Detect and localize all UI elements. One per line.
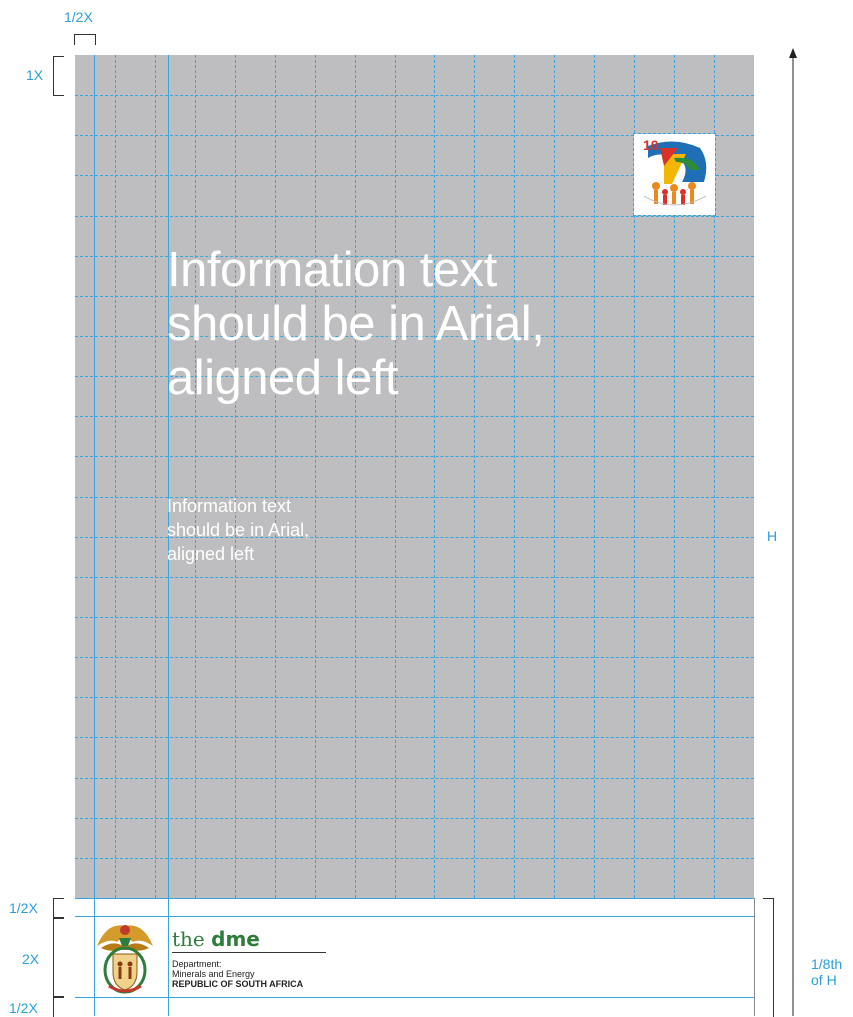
grid-row-line: [75, 737, 754, 738]
brand-name: dme: [211, 927, 260, 951]
south-africa-coat-of-arms-icon: [97, 925, 153, 994]
grid-row-line: [75, 216, 754, 217]
ten-years-freedom-logo-icon: 10: [643, 137, 707, 206]
half-x-bracket: [74, 34, 96, 45]
department-line-1: Department:: [172, 959, 222, 969]
headline-line-3: aligned left: [167, 351, 399, 405]
grid-row-line: [75, 778, 754, 779]
grid-column-line: [474, 55, 475, 898]
half-x-footer-top-label: 1/2X: [9, 900, 38, 916]
grid-column-line: [355, 55, 356, 898]
grid-column-line: [434, 55, 435, 898]
footer-lower-guide: [75, 997, 754, 998]
grid-column-line: [315, 55, 316, 898]
anniversary-logo: 10: [633, 133, 716, 216]
body-line-3: aligned left: [167, 544, 255, 564]
headline-line-2: should be in Arial,: [167, 297, 545, 351]
footer-top-guide: [75, 898, 754, 899]
eighth-of-h-label: 1/8th of H: [811, 956, 843, 988]
half-x-label: 1/2X: [64, 9, 93, 25]
body-line-1: Information text: [167, 496, 292, 516]
dme-wordmark: the dme: [172, 928, 326, 950]
grid-column-line: [275, 55, 276, 898]
grid-row-line: [75, 858, 754, 859]
grid-row-line: [75, 456, 754, 457]
body-text: Information text should be in Arial, ali…: [167, 494, 309, 566]
left-margin-guide: [94, 55, 95, 1016]
svg-text:10: 10: [643, 137, 659, 153]
grid-column-line: [115, 55, 116, 898]
grid-row-line: [75, 416, 754, 417]
two-x-bracket: [53, 918, 64, 997]
eighth-bracket: [763, 898, 774, 1017]
coat-of-arms: [93, 916, 157, 996]
grid-column-line: [594, 55, 595, 898]
two-x-label: 2X: [22, 951, 40, 967]
grid-column-line: [514, 55, 515, 898]
one-x-label: 1X: [26, 67, 44, 83]
grid-column-line: [395, 55, 396, 898]
department-line-2: Minerals and Energy: [172, 969, 255, 979]
arrow-up-icon: [789, 48, 797, 58]
dme-identity: the dme Department: Minerals and Energy …: [172, 928, 326, 989]
headline-text: Information text should be in Arial, ali…: [167, 243, 727, 405]
wordmark-rule: [172, 952, 326, 953]
country-line: REPUBLIC OF SOUTH AFRICA: [172, 979, 304, 989]
height-arrow: [789, 48, 797, 1016]
brand-prefix: the: [172, 927, 205, 951]
body-line-2: should be in Arial,: [167, 520, 310, 540]
grid-row-line: [75, 697, 754, 698]
grid-column-line: [554, 55, 555, 898]
one-x-bracket: [53, 56, 64, 96]
half-x-footer-top-bracket: [53, 898, 64, 918]
grid-column-line: [235, 55, 236, 898]
half-x-footer-bottom-bracket: [53, 997, 64, 1017]
footer-right-border: [754, 898, 755, 1016]
half-x-footer-bottom-label: 1/2X: [9, 1000, 38, 1016]
height-label: H: [767, 528, 778, 544]
footer-upper-guide: [75, 916, 754, 917]
headline-line-1: Information text: [167, 243, 497, 297]
grid-row-line: [75, 657, 754, 658]
grid-row-line: [75, 95, 754, 96]
grid-row-line: [75, 818, 754, 819]
grid-row-line: [75, 577, 754, 578]
grid-row-line: [75, 617, 754, 618]
grid-column-line: [195, 55, 196, 898]
grid-column-line: [155, 55, 156, 898]
